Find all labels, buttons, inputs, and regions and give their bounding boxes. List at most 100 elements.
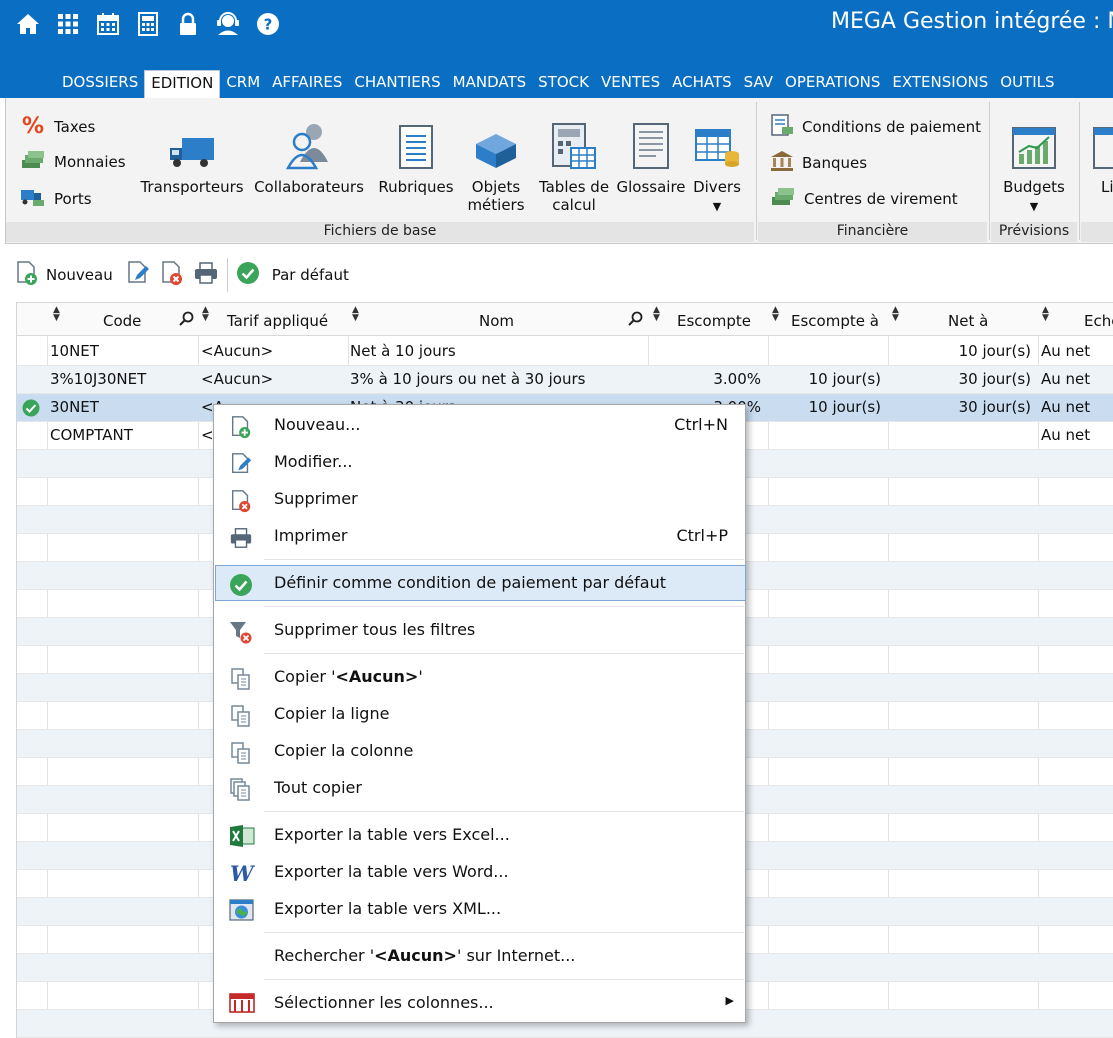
edit-document-icon[interactable] <box>125 260 151 290</box>
menu-item-export-word[interactable]: W Exporter la table vers Word... <box>215 854 746 890</box>
conditions-de-paiement-button[interactable]: Conditions de paiement <box>770 114 981 140</box>
calculator-icon[interactable] <box>132 10 164 38</box>
glossary-document-icon <box>632 116 670 170</box>
header-echeance[interactable]: ▲▼ Eche <box>1038 303 1113 337</box>
copy-icon <box>229 741 255 764</box>
truck-icon <box>168 116 216 170</box>
menu-item-definir-par-defaut[interactable]: Définir comme condition de paiement par … <box>215 565 746 601</box>
cell-net-a <box>888 422 1031 450</box>
rubriques-button[interactable]: Rubriques <box>376 116 456 196</box>
menu-item-selectionner-colonnes[interactable]: Sélectionner les colonnes... ▶ <box>215 985 746 1021</box>
menu-edition[interactable]: EDITION <box>144 70 221 98</box>
app-title: MEGA Gestion intégrée : M <box>831 9 1113 34</box>
cell-tarif: <Aucun> <box>201 342 274 360</box>
sort-icon[interactable]: ▲ ▼ <box>53 306 60 323</box>
bank-icon <box>770 150 794 176</box>
menu-mandats[interactable]: MANDATS <box>447 70 533 98</box>
sort-icon[interactable]: ▲ ▼ <box>1042 306 1049 323</box>
menu-ventes[interactable]: VENTES <box>595 70 666 98</box>
sort-icon[interactable]: ▲ ▼ <box>653 306 660 323</box>
sort-icon[interactable]: ▲ ▼ <box>892 306 899 323</box>
lock-icon[interactable] <box>172 10 204 38</box>
cell-echeance: Au net <box>1041 370 1091 388</box>
header-net-a[interactable]: ▲ ▼ Net à <box>888 303 1038 337</box>
new-document-icon <box>14 260 40 290</box>
new-document-icon <box>229 415 255 439</box>
help-icon[interactable]: ? <box>252 10 284 38</box>
cell-escompte-a: 10 jour(s) <box>808 398 881 416</box>
table-row[interactable]: 10NET <Aucun> Net à 10 jours 10 jour(s) … <box>17 338 1113 366</box>
menu-item-imprimer[interactable]: Imprimer Ctrl+P <box>215 518 746 554</box>
collaborateurs-button[interactable]: Collaborateurs <box>254 116 364 196</box>
new-button[interactable]: Nouveau <box>14 260 113 290</box>
menu-operations[interactable]: OPERATIONS <box>779 70 886 98</box>
header-nom[interactable]: ▲ ▼ Nom <box>348 303 648 337</box>
cell-net-a: 30 jour(s) <box>958 398 1031 416</box>
delete-document-icon[interactable] <box>159 260 185 290</box>
menu-item-tout-copier[interactable]: Tout copier <box>215 770 746 806</box>
chevron-down-icon: ▼ <box>712 200 722 213</box>
menu-item-supprimer[interactable]: Supprimer <box>215 481 746 517</box>
menu-stock[interactable]: STOCK <box>532 70 595 98</box>
budgets-button[interactable]: Budgets ▼ <box>999 116 1069 214</box>
menu-separator <box>264 606 744 607</box>
table-database-icon <box>694 116 740 170</box>
menu-item-supprimer-filtres[interactable]: Supprimer tous les filtres <box>215 612 746 648</box>
divers-button[interactable]: Divers ▼ <box>690 116 744 214</box>
menu-item-export-excel[interactable]: Exporter la table vers Excel... <box>215 817 746 853</box>
sort-icon[interactable]: ▲ ▼ <box>352 306 359 323</box>
menu-affaires[interactable]: AFFAIRES <box>266 70 348 98</box>
calendar-icon[interactable] <box>92 10 124 38</box>
ribbon-separator <box>756 102 757 240</box>
transporteurs-button[interactable]: Transporteurs <box>140 116 244 196</box>
glossaire-button[interactable]: Glossaire <box>612 116 690 196</box>
cell-tarif: <Aucun> <box>201 370 274 388</box>
table-row[interactable]: 3%10J30NET <Aucun> 3% à 10 jours ou net … <box>17 366 1113 394</box>
cell-echeance: Au net <box>1041 426 1091 444</box>
lie-button[interactable]: Lie <box>1086 116 1113 196</box>
toolbar-separator <box>226 258 228 292</box>
cube-icon <box>472 116 520 170</box>
search-icon[interactable] <box>627 311 643 331</box>
shortcut-label: Ctrl+P <box>676 526 728 545</box>
menu-achats[interactable]: ACHATS <box>666 70 738 98</box>
menu-item-copier-colonne[interactable]: Copier la colonne <box>215 733 746 769</box>
printer-icon[interactable] <box>193 260 219 290</box>
centres-de-virement-button[interactable]: Centres de virement <box>770 186 958 212</box>
menu-separator <box>264 932 744 933</box>
header-code[interactable]: ▲ ▼ Code <box>47 303 198 337</box>
user-support-icon[interactable] <box>212 10 244 38</box>
menu-extensions[interactable]: EXTENSIONS <box>886 70 994 98</box>
apps-grid-icon[interactable] <box>52 10 84 38</box>
svg-text:?: ? <box>264 16 273 34</box>
menu-item-rechercher-internet[interactable]: Rechercher '<Aucun>' sur Internet... <box>215 938 746 974</box>
sort-icon[interactable]: ▲ ▼ <box>772 306 779 323</box>
header-tarif[interactable]: ▲ ▼ Tarif appliqué <box>198 303 348 337</box>
objets-metiers-button[interactable]: Objets métiers <box>464 116 528 214</box>
menu-separator <box>264 653 744 654</box>
par-defaut-button[interactable]: Par défaut <box>236 261 349 289</box>
menu-sav[interactable]: SAV <box>738 70 779 98</box>
tables-de-calcul-button[interactable]: Tables de calcul <box>534 116 614 214</box>
chart-board-icon <box>1011 116 1057 170</box>
header-escompte[interactable]: ▲ ▼ Escompte <box>648 303 768 337</box>
cell-code: 10NET <box>50 342 99 360</box>
menu-chantiers[interactable]: CHANTIERS <box>348 70 446 98</box>
taxes-button[interactable]: % Taxes <box>20 114 95 139</box>
search-icon[interactable] <box>178 311 194 331</box>
menu-outils[interactable]: OUTILS <box>994 70 1060 98</box>
banques-button[interactable]: Banques <box>770 150 867 176</box>
menu-item-export-xml[interactable]: Exporter la table vers XML... <box>215 891 746 927</box>
monnaies-button[interactable]: Monnaies <box>20 150 126 174</box>
header-escompte-a[interactable]: ▲ ▼ Escompte à <box>768 303 888 337</box>
menu-item-nouveau[interactable]: Nouveau... Ctrl+N <box>215 407 746 443</box>
home-icon[interactable] <box>12 10 44 38</box>
menu-dossiers[interactable]: DOSSIERS <box>56 70 144 98</box>
cell-escompte: 3.00% <box>713 370 761 388</box>
ports-button[interactable]: Ports <box>20 186 92 212</box>
sort-icon[interactable]: ▲ ▼ <box>202 306 209 323</box>
menu-item-copier-valeur[interactable]: Copier '<Aucun>' <box>215 659 746 695</box>
menu-item-modifier[interactable]: Modifier... <box>215 444 746 480</box>
menu-crm[interactable]: CRM <box>220 70 266 98</box>
menu-item-copier-ligne[interactable]: Copier la ligne <box>215 696 746 732</box>
